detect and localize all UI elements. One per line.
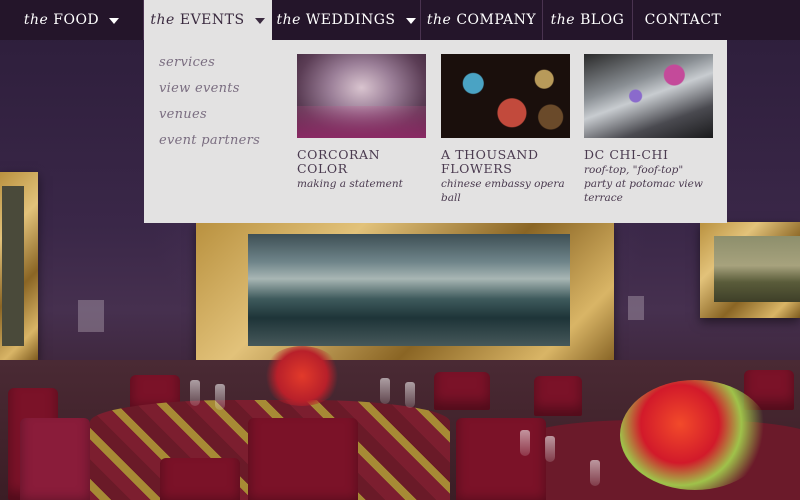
featured-event-card[interactable]: CORCORAN COLOR making a statement [297, 54, 427, 191]
chair [248, 418, 358, 500]
caret-down-icon [254, 17, 265, 24]
main-nav: the FOOD the EVENTS the WEDDINGS the COM… [0, 0, 800, 40]
glass [215, 384, 225, 410]
chair [20, 418, 90, 500]
glass [190, 380, 200, 406]
featured-event-card[interactable]: DC CHI-CHI roof-top, "foof-top" party at… [584, 54, 714, 205]
nav-item-company[interactable]: the COMPANY [421, 0, 543, 40]
featured-event-subtitle: roof-top, "foof-top" party at potomac vi… [584, 164, 703, 204]
flower-arrangement [620, 380, 770, 490]
nav-item-prefix: the [276, 12, 301, 28]
glass [380, 378, 390, 404]
nav-item-prefix: the [426, 12, 452, 28]
featured-event-thumbnail[interactable] [297, 54, 426, 138]
chair [160, 458, 240, 500]
nav-item-blog[interactable]: the BLOG [543, 0, 633, 40]
submenu-item-services[interactable]: services [159, 54, 260, 80]
caret-down-icon [405, 17, 416, 24]
painting-frame-right [700, 222, 800, 318]
chair [434, 372, 490, 410]
nav-item-label: BLOG [580, 12, 625, 28]
submenu-item-venues[interactable]: venues [159, 106, 260, 132]
placard [78, 300, 104, 332]
submenu-item-event-partners[interactable]: event partners [159, 132, 260, 158]
featured-event-subtitle: chinese embassy opera ball [441, 178, 565, 204]
chair [456, 418, 546, 500]
submenu-item-view-events[interactable]: view events [159, 80, 260, 106]
glass [520, 430, 530, 456]
featured-event-title[interactable]: A THOUSAND FLOWERS [441, 148, 571, 176]
glass [405, 382, 415, 408]
flower-arrangement [262, 346, 342, 406]
nav-item-events[interactable]: the EVENTS [144, 0, 272, 40]
nav-item-label: EVENTS [179, 12, 245, 28]
nav-item-label: FOOD [53, 12, 100, 28]
featured-event-title[interactable]: DC CHI-CHI [584, 148, 714, 162]
chair [534, 376, 582, 416]
glass [545, 436, 555, 462]
nav-item-label: CONTACT [644, 12, 722, 28]
nav-item-food[interactable]: the FOOD [0, 0, 144, 40]
nav-item-prefix: the [23, 12, 49, 28]
nav-item-prefix: the [550, 12, 576, 28]
featured-event-card[interactable]: A THOUSAND FLOWERS chinese embassy opera… [441, 54, 571, 205]
nav-item-weddings[interactable]: the WEDDINGS [272, 0, 421, 40]
events-dropdown: services view events venues event partne… [144, 40, 727, 223]
painting-frame-left [0, 172, 38, 360]
glass [590, 460, 600, 486]
painting-frame-main [196, 222, 614, 370]
featured-event-thumbnail[interactable] [584, 54, 713, 138]
nav-item-contact[interactable]: CONTACT [633, 0, 733, 40]
nav-item-prefix: the [150, 12, 175, 28]
featured-event-thumbnail[interactable] [441, 54, 570, 138]
caret-down-icon [109, 17, 120, 24]
events-submenu: services view events venues event partne… [159, 54, 260, 158]
featured-event-subtitle: making a statement [297, 178, 403, 190]
nav-item-label: WEDDINGS [305, 12, 396, 28]
featured-event-title[interactable]: CORCORAN COLOR [297, 148, 427, 176]
placard [628, 296, 644, 320]
nav-item-label: COMPANY [456, 12, 537, 28]
